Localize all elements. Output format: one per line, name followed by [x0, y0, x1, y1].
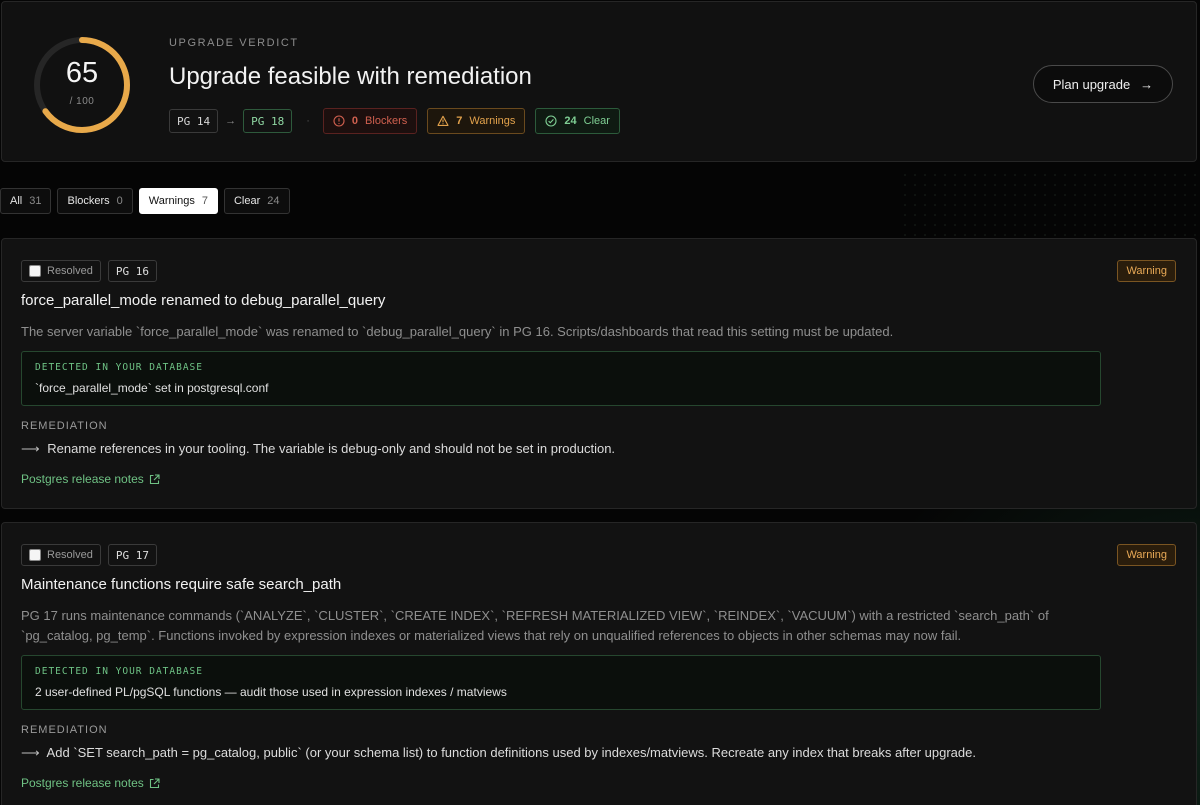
detected-text: `force_parallel_mode` set in postgresql.… — [35, 381, 269, 395]
warnings-stat: 7 Warnings — [427, 108, 526, 134]
pg-version-tag: PG 16 — [107, 260, 157, 282]
issue-description: PG 17 runs maintenance commands (`ANALYZ… — [21, 608, 1049, 643]
detected-text: 2 user-defined PL/pgSQL functions — audi… — [35, 685, 507, 699]
release-notes-link[interactable]: Postgres release notes — [21, 776, 160, 790]
issue-title: Maintenance functions require safe searc… — [21, 576, 342, 593]
filter-tab-count: 7 — [201, 195, 208, 207]
external-link-icon — [149, 777, 160, 788]
warning-triangle-icon — [437, 115, 449, 126]
issue-card: Resolved PG 16 Warning force_parallel_mo… — [1, 238, 1197, 509]
verdict-summary-row: PG 14 → PG 18 · 0 Blockers 7 Warnings 24… — [169, 108, 630, 134]
plan-upgrade-label: Plan upgrade — [1052, 76, 1131, 92]
filter-tab-warnings[interactable]: Warnings 7 — [138, 188, 218, 214]
filter-tab-clear[interactable]: Clear 24 — [223, 188, 290, 214]
blockers-count: 0 — [351, 115, 359, 127]
remediation-label: REMEDIATION — [21, 420, 108, 432]
detected-label: DETECTED IN YOUR DATABASE — [35, 666, 203, 677]
score-gauge: 65 / 100 — [32, 35, 132, 135]
release-notes-link[interactable]: Postgres release notes — [21, 472, 160, 486]
checkbox-box[interactable] — [29, 265, 41, 277]
clear-stat: 24 Clear — [535, 108, 620, 134]
filter-tab-label: Clear — [233, 195, 261, 207]
remediation-text: Add `SET search_path = pg_catalog, publi… — [46, 745, 976, 760]
filter-tab-all[interactable]: All 31 — [0, 188, 52, 214]
issue-meta-row: Resolved PG 16 — [21, 260, 157, 282]
warnings-count: 7 — [456, 115, 463, 127]
remediation-text: Rename references in your tooling. The v… — [47, 441, 616, 456]
from-version-chip: PG 14 — [169, 109, 219, 133]
arrow-right-icon: → — [225, 115, 237, 127]
plan-upgrade-button[interactable]: Plan upgrade → — [1033, 65, 1173, 103]
resolved-label: Resolved — [47, 265, 93, 277]
verdict-title: Upgrade feasible with remediation — [169, 63, 532, 90]
release-notes-label: Postgres release notes — [21, 776, 144, 790]
verdict-eyebrow: UPGRADE VERDICT — [169, 37, 299, 49]
severity-badge: Warning — [1117, 260, 1176, 282]
resolved-checkbox[interactable]: Resolved — [21, 260, 101, 282]
release-notes-label: Postgres release notes — [21, 472, 144, 486]
upgrade-verdict-card: 65 / 100 UPGRADE VERDICT Upgrade feasibl… — [1, 1, 1197, 162]
alert-circle-icon — [333, 115, 345, 127]
filter-tab-blockers[interactable]: Blockers 0 — [57, 188, 133, 214]
resolved-checkbox[interactable]: Resolved — [21, 544, 101, 566]
clear-count: 24 — [564, 115, 577, 127]
filter-tab-label: Warnings — [148, 195, 195, 207]
pg-version-tag: PG 17 — [107, 544, 157, 566]
filter-tab-count: 24 — [267, 195, 280, 207]
long-arrow-right-icon: ⟶ — [21, 745, 40, 760]
remediation-text-row: ⟶ Add `SET search_path = pg_catalog, pub… — [21, 745, 976, 761]
score-max: / 100 — [69, 96, 95, 107]
resolved-label: Resolved — [47, 549, 93, 561]
external-link-icon — [149, 473, 160, 484]
issue-description: The server variable `force_parallel_mode… — [21, 324, 894, 339]
detected-in-database-box: DETECTED IN YOUR DATABASE 2 user-defined… — [21, 655, 1101, 710]
blockers-label: Blockers — [365, 115, 408, 127]
issue-title: force_parallel_mode renamed to debug_par… — [21, 292, 386, 309]
filter-tab-count: 0 — [116, 195, 123, 207]
detected-in-database-box: DETECTED IN YOUR DATABASE `force_paralle… — [21, 351, 1101, 406]
remediation-text-row: ⟶ Rename references in your tooling. The… — [21, 441, 615, 457]
issue-filter-tabs: All 31 Blockers 0 Warnings 7 Clear 24 — [0, 188, 290, 214]
filter-tab-count: 31 — [29, 195, 42, 207]
to-version-chip: PG 18 — [243, 109, 293, 133]
separator-dot: · — [306, 115, 310, 127]
filter-tab-label: All — [10, 195, 23, 207]
checkbox-box[interactable] — [29, 549, 41, 561]
remediation-label: REMEDIATION — [21, 724, 108, 736]
arrow-right-icon: → — [1140, 76, 1154, 92]
long-arrow-right-icon: ⟶ — [21, 441, 40, 456]
blockers-stat: 0 Blockers — [322, 108, 418, 134]
detected-label: DETECTED IN YOUR DATABASE — [35, 362, 203, 373]
score-value: 65 — [65, 57, 99, 89]
issue-card: Resolved PG 17 Warning Maintenance funct… — [1, 522, 1197, 805]
filter-tab-label: Blockers — [67, 195, 110, 207]
clear-label: Clear — [583, 115, 610, 127]
severity-badge: Warning — [1117, 544, 1176, 566]
issue-meta-row: Resolved PG 17 — [21, 544, 157, 566]
warnings-label: Warnings — [469, 115, 516, 127]
check-circle-icon — [545, 115, 557, 127]
